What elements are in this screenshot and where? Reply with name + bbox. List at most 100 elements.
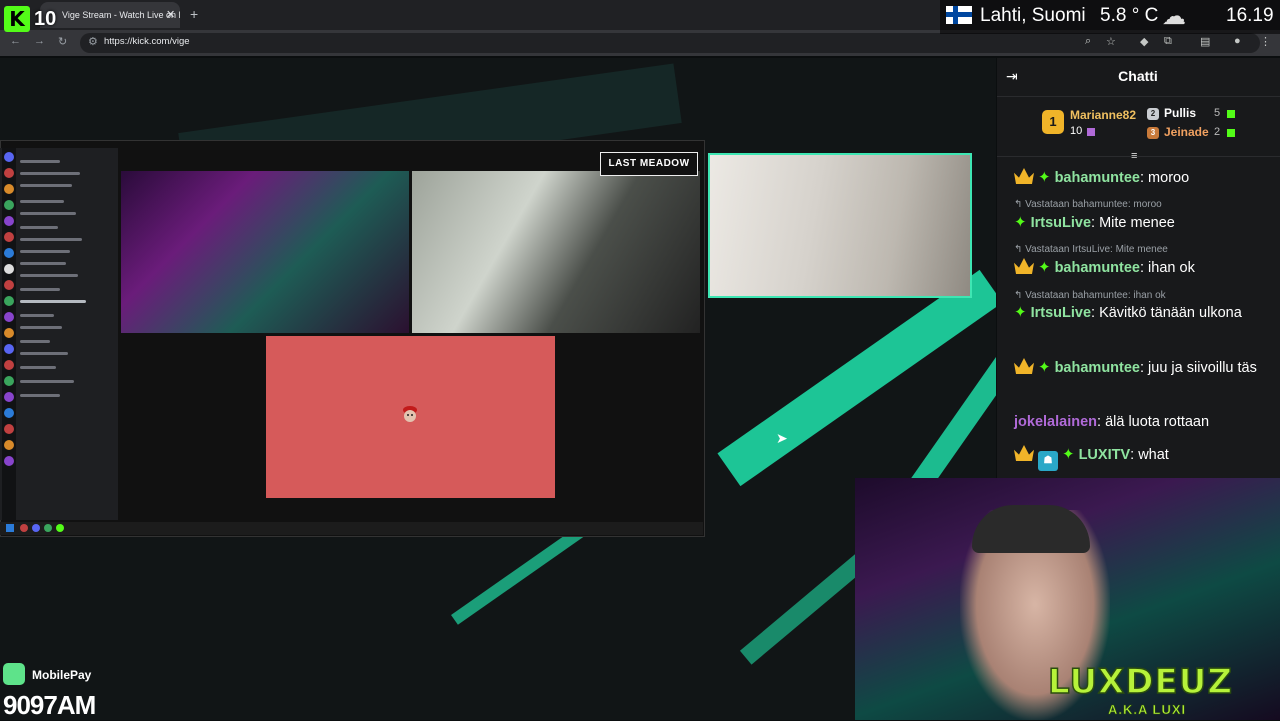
tab-title: Vige Stream - Watch Live on Ki: [62, 10, 180, 20]
channel-item[interactable]: [20, 212, 76, 215]
reload-icon[interactable]: ↻: [58, 35, 67, 48]
zoom-icon[interactable]: ⌕: [1085, 35, 1091, 48]
chat-message[interactable]: ✦ bahamuntee: juu ja siivoillu täs: [1014, 356, 1276, 380]
address-bar[interactable]: [80, 33, 1260, 53]
server-icon[interactable]: [4, 408, 14, 418]
close-icon[interactable]: ✕: [166, 8, 175, 21]
streamer-cap: [972, 505, 1090, 553]
forward-icon[interactable]: →: [34, 35, 45, 47]
channel-item[interactable]: [20, 366, 56, 369]
kicks-icon: [1087, 128, 1095, 136]
chat-text: : Kävitkö tänään ulkona: [1091, 305, 1242, 321]
channel-item[interactable]: [20, 184, 72, 187]
back-icon[interactable]: ←: [10, 35, 21, 47]
chat-message[interactable]: jokelalainen: älä luota rottaan: [1014, 411, 1276, 434]
sparkle-badge-icon: ✦: [1014, 214, 1027, 231]
server-icon[interactable]: [4, 440, 14, 450]
server-icon[interactable]: [4, 248, 14, 258]
chat-text: : what: [1130, 447, 1169, 463]
chat-username[interactable]: jokelalainen: [1014, 414, 1097, 430]
channel-item-active[interactable]: [20, 300, 86, 303]
server-icon[interactable]: [4, 184, 14, 194]
streamer-logo: LUXDEUZ: [1047, 661, 1233, 703]
leaderboard-name-2[interactable]: Pullis: [1164, 106, 1196, 120]
channel-item[interactable]: [20, 226, 58, 229]
chat-username[interactable]: IrtsuLive: [1031, 215, 1091, 231]
gifter-badge-icon: ☗: [1038, 451, 1058, 471]
sparkle-badge-icon: ✦: [1038, 259, 1051, 276]
server-icon[interactable]: [4, 232, 14, 242]
browser-tab[interactable]: Vige Stream - Watch Live on Ki: [40, 2, 180, 28]
taskbar-app-icon[interactable]: [32, 524, 40, 532]
guest-webcam: [708, 153, 972, 298]
channel-item[interactable]: [20, 352, 68, 355]
channel-item[interactable]: [20, 314, 54, 317]
extension-icon[interactable]: ◆: [1140, 35, 1148, 48]
chat-username[interactable]: bahamuntee: [1055, 170, 1140, 186]
taskbar-app-icon[interactable]: [20, 524, 28, 532]
server-icon[interactable]: [4, 312, 14, 322]
leaderboard-name-1[interactable]: Marianne82: [1070, 108, 1136, 122]
chat-text: : Mite menee: [1091, 215, 1175, 231]
site-info-icon[interactable]: ⚙: [88, 35, 98, 48]
chat-username[interactable]: bahamuntee: [1055, 360, 1140, 376]
channel-item[interactable]: [20, 200, 64, 203]
game-badge: LAST MEADOW: [600, 152, 698, 176]
sparkle-badge-icon: ✦: [1062, 446, 1075, 463]
bookmark-star-icon[interactable]: ☆: [1106, 35, 1116, 48]
channel-item[interactable]: [20, 274, 78, 277]
start-icon[interactable]: [6, 524, 14, 532]
chat-message[interactable]: ✦ IrtsuLive: Mite menee: [1014, 211, 1276, 235]
server-icon[interactable]: [4, 360, 14, 370]
channel-item[interactable]: [20, 262, 66, 265]
channel-item[interactable]: [20, 326, 62, 329]
server-icon[interactable]: [4, 280, 14, 290]
downloads-icon[interactable]: ▤: [1200, 35, 1210, 48]
kicks-icon: [1227, 110, 1235, 118]
server-icon[interactable]: [4, 200, 14, 210]
channel-item[interactable]: [20, 288, 60, 291]
chat-title: Chatti: [1118, 68, 1158, 84]
chat-username[interactable]: bahamuntee: [1055, 260, 1140, 276]
channel-item[interactable]: [20, 394, 60, 397]
chat-username[interactable]: LUXITV: [1079, 447, 1131, 463]
reply-context: ↰ Vastataan bahamuntee: moroo: [1014, 199, 1162, 210]
taskbar-app-icon[interactable]: [44, 524, 52, 532]
server-icon[interactable]: [4, 344, 14, 354]
collapse-chat-icon[interactable]: ⇥: [1006, 68, 1018, 85]
server-icon[interactable]: [4, 456, 14, 466]
server-icon[interactable]: [4, 216, 14, 226]
channel-item[interactable]: [20, 340, 50, 343]
server-icon[interactable]: [4, 152, 14, 162]
server-icon[interactable]: [4, 328, 14, 338]
chat-text: : ihan ok: [1140, 260, 1195, 276]
pinned-menu-icon[interactable]: ≡: [1131, 150, 1137, 162]
taskbar-app-icon[interactable]: [56, 524, 64, 532]
leaderboard-name-3[interactable]: Jeinade: [1164, 125, 1209, 139]
server-icon[interactable]: [4, 376, 14, 386]
channel-item[interactable]: [20, 238, 82, 241]
mobilepay-label: MobilePay: [32, 668, 92, 682]
chat-message[interactable]: ✦ IrtsuLive: Kävitkö tänään ulkona: [1014, 301, 1276, 325]
url-text[interactable]: https://kick.com/vige: [104, 36, 190, 47]
chat-message[interactable]: ✦ bahamuntee: ihan ok: [1014, 256, 1276, 280]
mobilepay-icon: [3, 663, 25, 685]
channel-item[interactable]: [20, 160, 60, 163]
channel-item[interactable]: [20, 172, 80, 175]
server-icon[interactable]: [4, 392, 14, 402]
server-icon[interactable]: [4, 168, 14, 178]
server-icon[interactable]: [4, 296, 14, 306]
channel-item[interactable]: [20, 250, 70, 253]
menu-icon[interactable]: ⋮: [1260, 35, 1271, 48]
puzzle-icon[interactable]: ⧉: [1164, 35, 1172, 48]
leaderboard-value-2: 5: [1214, 107, 1221, 119]
chat-message[interactable]: ☗ ✦ LUXITV: what: [1014, 443, 1276, 471]
new-tab-button[interactable]: +: [190, 6, 198, 22]
server-icon[interactable]: [4, 264, 14, 274]
chat-message[interactable]: ✦ bahamuntee: moroo: [1014, 166, 1276, 190]
mouse-cursor-icon: ➤: [776, 430, 788, 446]
chat-username[interactable]: IrtsuLive: [1031, 305, 1091, 321]
profile-icon[interactable]: ●: [1234, 35, 1241, 47]
channel-item[interactable]: [20, 380, 74, 383]
server-icon[interactable]: [4, 424, 14, 434]
